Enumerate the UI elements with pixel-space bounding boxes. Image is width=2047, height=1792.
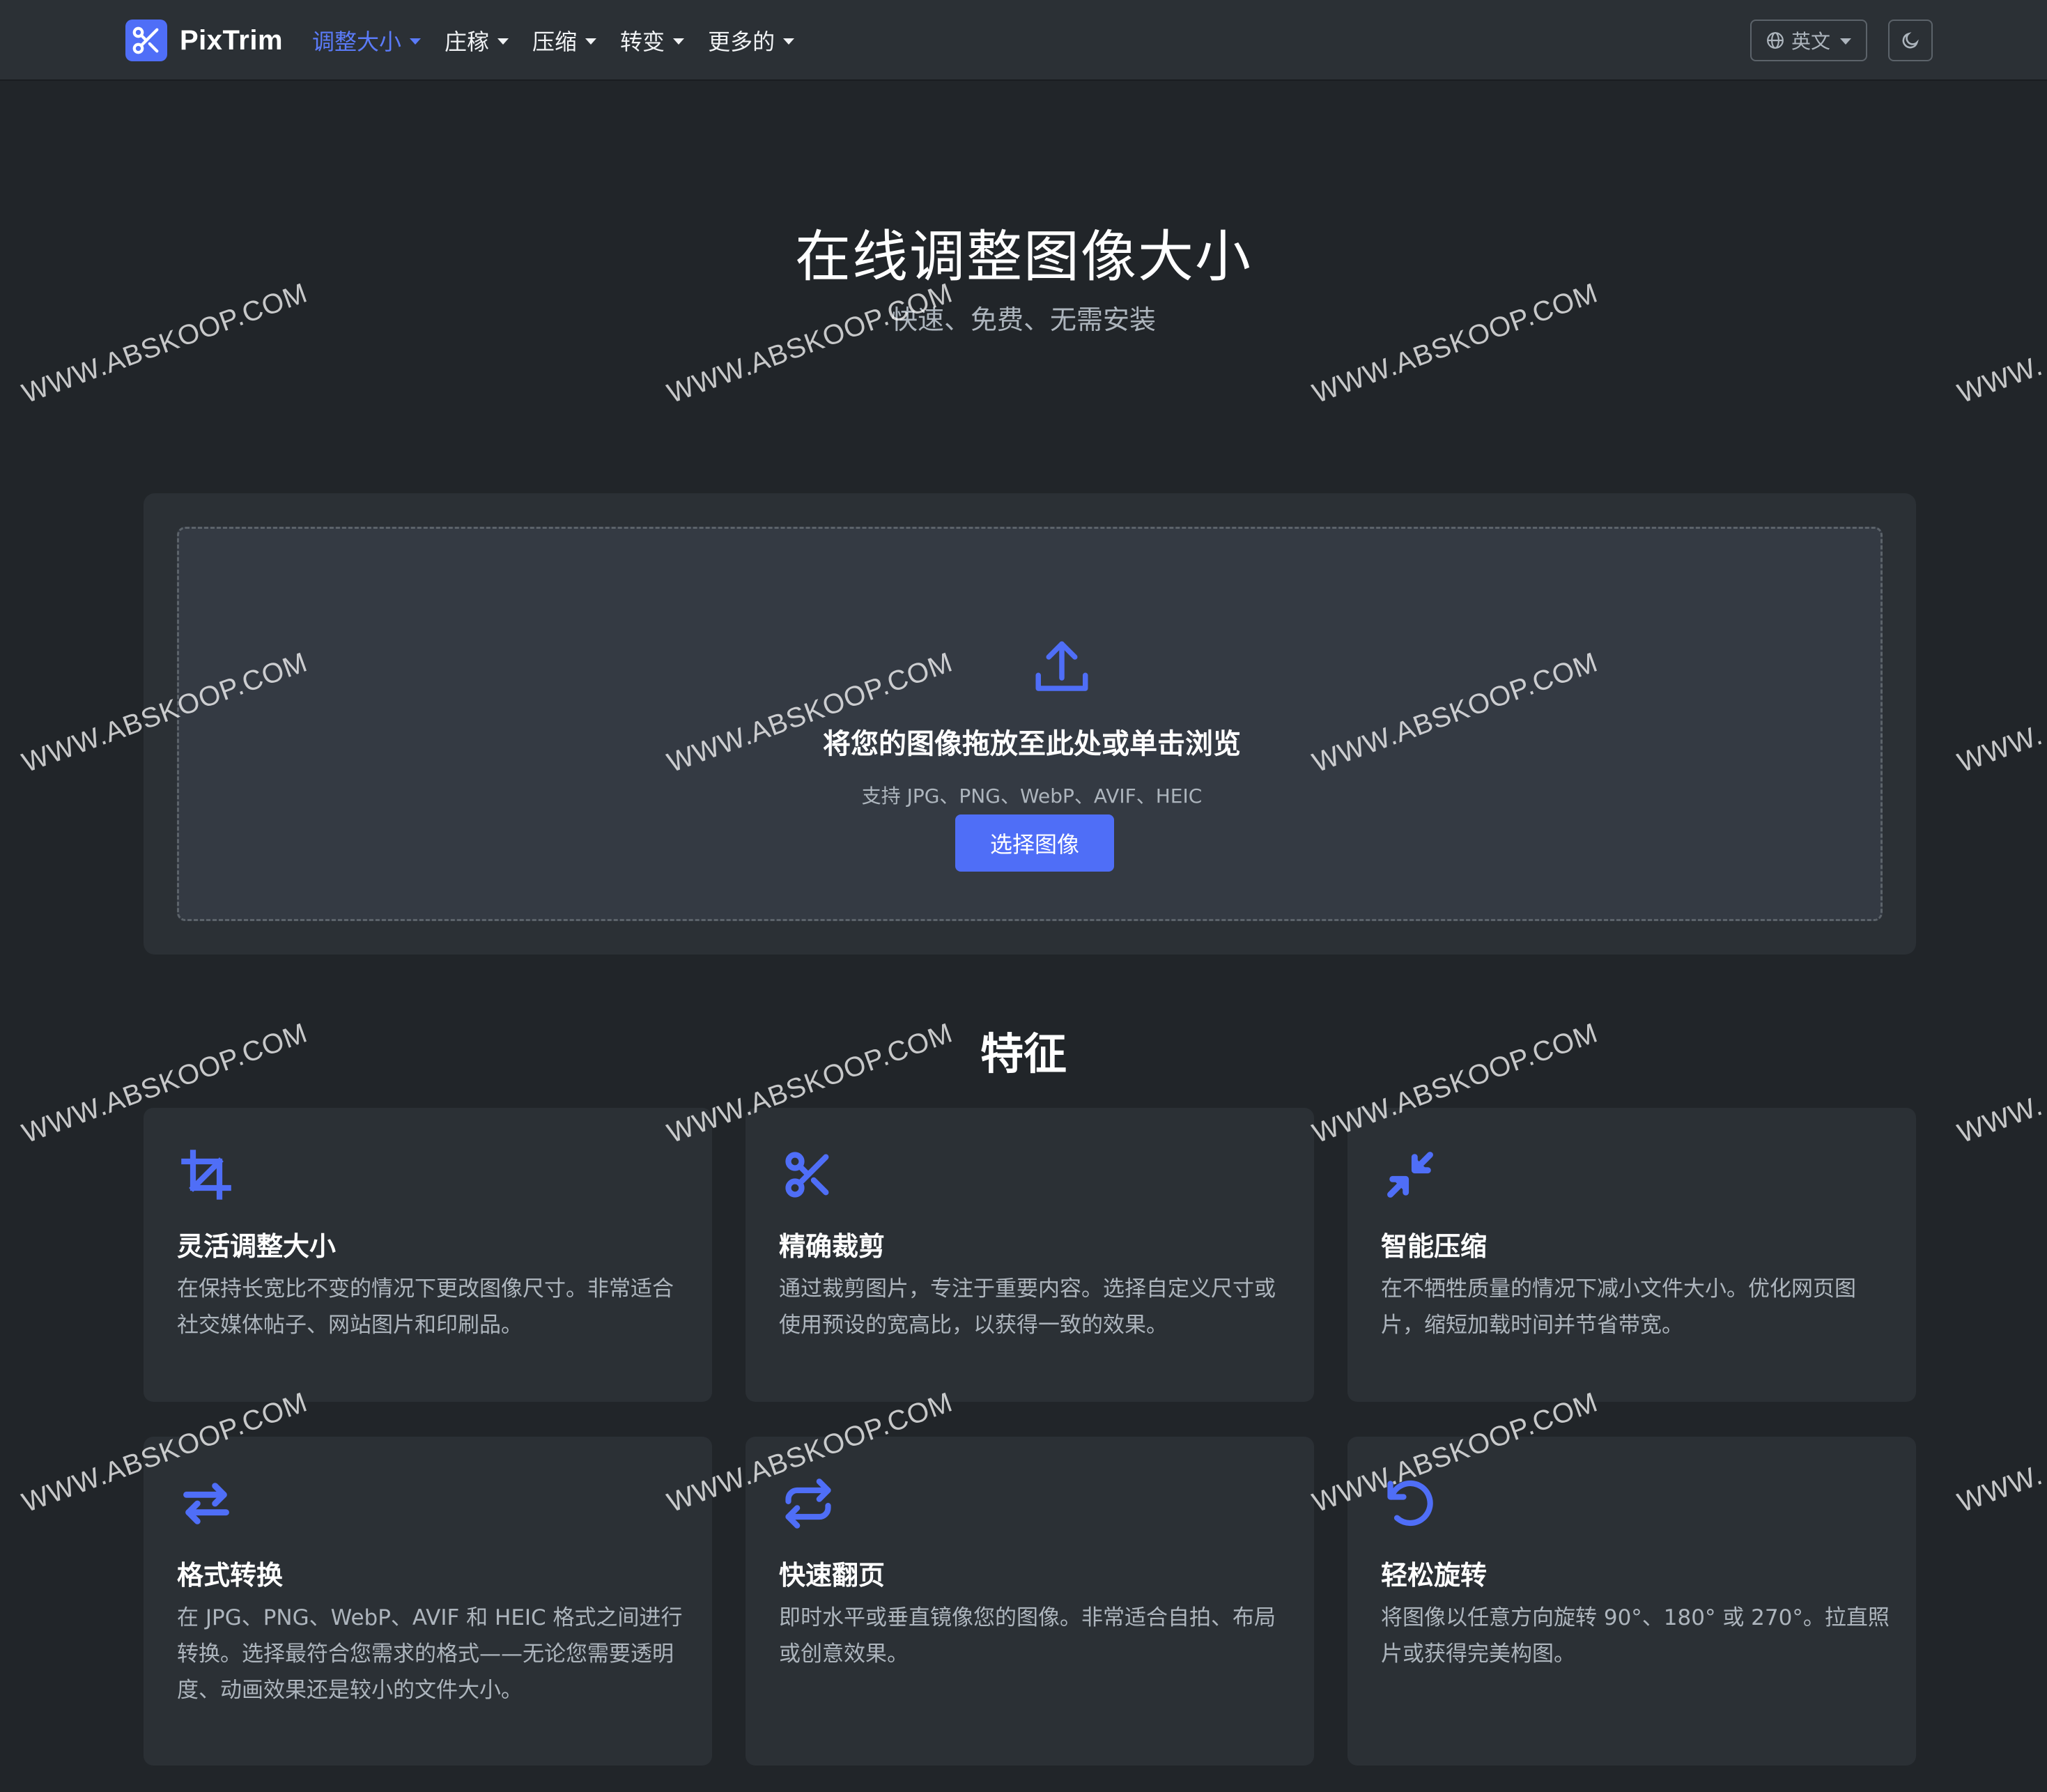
theme-toggle-button[interactable] [1888, 20, 1933, 61]
upload-card: 将您的图像拖放至此处或单击浏览 支持 JPG、PNG、WebP、AVIF、HEI… [144, 493, 1916, 955]
nav-compress-label: 压缩 [532, 29, 578, 55]
nav-resize-label: 调整大小 [312, 29, 402, 55]
supported-formats-text: 支持 JPG、PNG、WebP、AVIF、HEIC [861, 785, 1203, 808]
upload-icon [1035, 641, 1088, 691]
nav-more-dropdown[interactable]: 更多的 [708, 24, 795, 56]
features-heading: 特征 [980, 1028, 1067, 1079]
caret-down-icon [673, 38, 685, 45]
language-label: 英文 [1791, 30, 1830, 53]
feature-description: 通过裁剪图片，专注于重要内容。选择自定义尺寸或使用预设的宽高比，以获得一致的效果… [779, 1276, 1276, 1338]
feature-card-flip: 快速翻页 即时水平或垂直镜像您的图像。非常适合自拍、布局或创意效果。 [746, 1437, 1314, 1766]
caret-down-icon [783, 38, 795, 45]
feature-title: 灵活调整大小 [177, 1231, 337, 1262]
globe-icon [1767, 32, 1784, 49]
feature-description: 将图像以任意方向旋转 90°、180° 或 270°。拉直照片或获得完美构图。 [1381, 1605, 1890, 1667]
page: PixTrim 调整大小 庄稼 压缩 转变 更多的 英文 在线调整图像大小 快速… [0, 0, 2047, 1792]
feature-card-compress: 智能压缩 在不牺牲质量的情况下减小文件大小。优化网页图片，缩短加载时间并节省带宽… [1347, 1108, 1916, 1402]
caret-down-icon [1840, 38, 1851, 45]
rotate-icon [1387, 1480, 1433, 1527]
nav-crop-label: 庄稼 [445, 29, 490, 55]
moon-icon [1902, 32, 1919, 49]
feature-description: 在 JPG、PNG、WebP、AVIF 和 HEIC 格式之间进行转换。选择最符… [177, 1605, 683, 1703]
caret-down-icon [585, 38, 597, 45]
page-subtitle: 快速、免费、无需安装 [890, 304, 1156, 335]
compress-icon [1387, 1152, 1433, 1198]
watermark-text: WWW.ABSKOOP.COM [663, 277, 957, 410]
nav-convert-dropdown[interactable]: 转变 [620, 24, 685, 56]
flip-icon [785, 1478, 831, 1529]
scissors-logo-icon [125, 20, 167, 61]
feature-card-convert: 格式转换 在 JPG、PNG、WebP、AVIF 和 HEIC 格式之间进行转换… [144, 1437, 712, 1766]
watermark-text: WWW. [1954, 1459, 2047, 1519]
caret-down-icon [410, 38, 422, 45]
nav-crop-dropdown[interactable]: 庄稼 [445, 24, 509, 56]
feature-title: 格式转换 [177, 1560, 284, 1591]
nav-more-label: 更多的 [708, 29, 775, 55]
choose-image-button[interactable]: 选择图像 [955, 814, 1114, 872]
watermark-text: WWW.ABSKOOP.COM [18, 277, 312, 410]
watermark-text: WWW. [1954, 1090, 2047, 1150]
image-drop-zone[interactable]: 将您的图像拖放至此处或单击浏览 支持 JPG、PNG、WebP、AVIF、HEI… [177, 527, 1883, 921]
nav-resize-dropdown[interactable]: 调整大小 [312, 24, 422, 56]
feature-card-resize: 灵活调整大小 在保持长宽比不变的情况下更改图像尺寸。非常适合社交媒体帖子、网站图… [144, 1108, 712, 1402]
brand-name: PixTrim [180, 24, 284, 56]
nav-convert-label: 转变 [620, 29, 665, 55]
feature-description: 即时水平或垂直镜像您的图像。非常适合自拍、布局或创意效果。 [779, 1605, 1276, 1667]
feature-title: 精确裁剪 [779, 1231, 886, 1262]
language-selector[interactable]: 英文 [1750, 20, 1867, 61]
feature-description: 在保持长宽比不变的情况下更改图像尺寸。非常适合社交媒体帖子、网站图片和印刷品。 [177, 1276, 674, 1338]
nav-compress-dropdown[interactable]: 压缩 [532, 24, 597, 56]
feature-title: 快速翻页 [779, 1560, 886, 1591]
feature-description: 在不牺牲质量的情况下减小文件大小。优化网页图片，缩短加载时间并节省带宽。 [1381, 1276, 1856, 1338]
caret-down-icon [497, 38, 509, 45]
swap-arrows-icon [183, 1483, 229, 1524]
main-nav: 调整大小 庄稼 压缩 转变 更多的 [312, 21, 795, 60]
brand[interactable]: PixTrim [125, 18, 283, 63]
drop-zone-title: 将您的图像拖放至此处或单击浏览 [823, 728, 1241, 760]
navbar: PixTrim 调整大小 庄稼 压缩 转变 更多的 英文 [0, 0, 2047, 81]
page-title: 在线调整图像大小 [795, 224, 1252, 289]
feature-card-rotate: 轻松旋转 将图像以任意方向旋转 90°、180° 或 270°。拉直照片或获得完… [1347, 1437, 1916, 1766]
feature-card-crop: 精确裁剪 通过裁剪图片，专注于重要内容。选择自定义尺寸或使用预设的宽高比，以获得… [746, 1108, 1314, 1402]
scissors-icon [785, 1152, 829, 1198]
watermark-text: WWW. [1954, 350, 2047, 410]
feature-title: 轻松旋转 [1381, 1560, 1488, 1591]
crop-icon [181, 1150, 231, 1200]
watermark-text: WWW.ABSKOOP.COM [1308, 277, 1602, 410]
feature-title: 智能压缩 [1381, 1231, 1488, 1262]
watermark-text: WWW. [1954, 719, 2047, 779]
